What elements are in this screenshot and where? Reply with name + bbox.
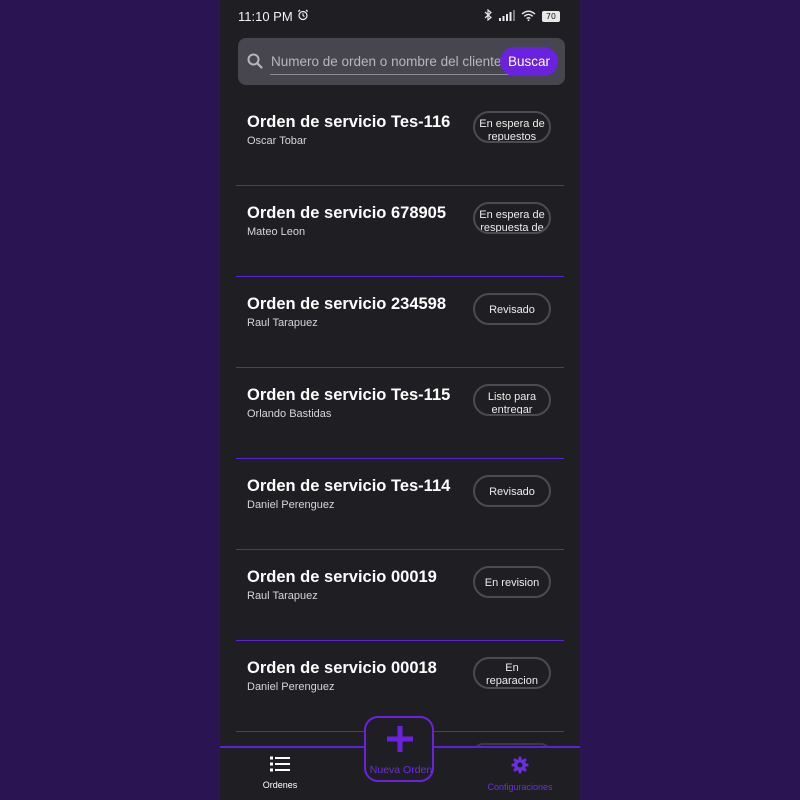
order-title: Orden de servicio 234598	[247, 295, 447, 313]
status-badge: Revisado	[473, 293, 551, 325]
nav-orders-label: Ordenes	[262, 780, 298, 790]
order-title: Orden de servicio 00018	[247, 659, 437, 677]
order-title: Orden de servicio Tes-116	[247, 113, 451, 131]
nav-settings-label: Configuraciones	[487, 782, 553, 792]
order-item[interactable]: Orden de servicio Tes-114 Daniel Perengu…	[236, 459, 564, 550]
order-item[interactable]: Orden de servicio Tes-116 Oscar Tobar En…	[236, 95, 564, 186]
order-item[interactable]: Orden de servicio Tes-115 Orlando Bastid…	[236, 368, 564, 459]
order-item[interactable]: Orden de servicio 00019 Raul Tarapuez En…	[236, 550, 564, 641]
order-client: Daniel Perenguez	[247, 499, 335, 511]
nav-orders[interactable]: Ordenes	[230, 756, 330, 790]
status-badge: En revision	[473, 566, 551, 598]
bluetooth-icon	[484, 8, 493, 24]
order-list: Orden de servicio Tes-116 Oscar Tobar En…	[220, 95, 580, 732]
alarm-icon	[297, 9, 309, 24]
phone-screen: 11:10 PM 70 Numero de orden o nombre del…	[220, 0, 580, 800]
new-order-label: Nueva Orden	[369, 764, 433, 776]
status-time-group: 11:10 PM	[238, 9, 309, 24]
order-item[interactable]: Orden de servicio 678905 Mateo Leon En e…	[236, 186, 564, 277]
status-bar: 11:10 PM 70	[220, 0, 580, 32]
signal-icon	[498, 9, 515, 24]
search-bar: Buscar	[238, 38, 565, 85]
order-client: Raul Tarapuez	[247, 590, 318, 602]
order-client: Raul Tarapuez	[247, 317, 318, 329]
status-time: 11:10 PM	[238, 9, 293, 24]
status-badge: En espera de respuesta de	[473, 202, 551, 234]
order-title: Orden de servicio 678905	[247, 204, 447, 222]
status-badge: En reparacion	[473, 657, 551, 689]
search-button[interactable]: Buscar	[500, 47, 558, 76]
status-badge: Revisado	[473, 475, 551, 507]
status-indicators: 70	[484, 8, 560, 24]
order-client: Mateo Leon	[247, 226, 306, 238]
search-input[interactable]	[270, 48, 511, 75]
battery-icon: 70	[541, 11, 560, 22]
new-order-button[interactable]: Nueva Orden	[364, 716, 434, 782]
order-title: Orden de servicio 00019	[247, 568, 437, 586]
order-title: Orden de servicio Tes-114	[247, 477, 451, 495]
plus-icon	[387, 726, 413, 757]
search-icon	[246, 52, 264, 70]
nav-settings[interactable]: Configuraciones	[470, 756, 570, 792]
gear-icon	[470, 756, 570, 776]
wifi-icon	[521, 10, 536, 24]
status-badge: Listo para entregar	[473, 384, 551, 416]
status-badge: En espera de repuestos	[473, 111, 551, 143]
order-client: Daniel Perenguez	[247, 681, 335, 693]
order-client: Oscar Tobar	[247, 135, 307, 147]
order-item[interactable]: Orden de servicio 234598 Raul Tarapuez R…	[236, 277, 564, 368]
order-client: Orlando Bastidas	[247, 408, 332, 420]
order-title: Orden de servicio Tes-115	[247, 386, 451, 404]
list-icon	[230, 756, 330, 774]
